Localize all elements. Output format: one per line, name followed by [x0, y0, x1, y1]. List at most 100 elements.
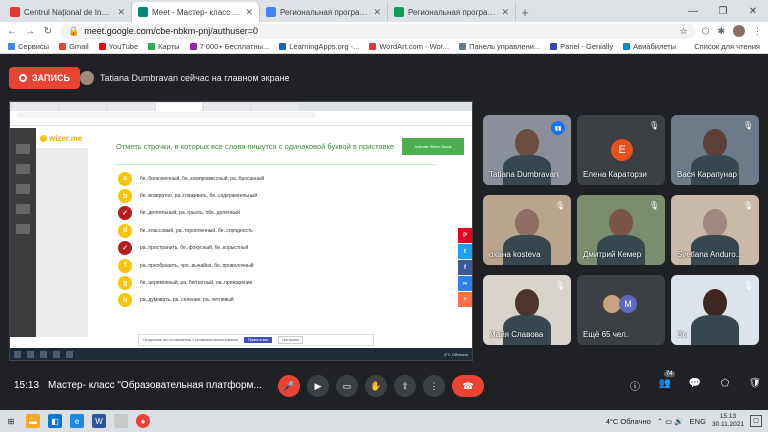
meeting-clock: 15:13	[14, 380, 40, 391]
weather-text: 4°C Облачно	[605, 416, 651, 426]
wizer-app: wizer.me Отметь строчки, в которых все с…	[10, 128, 472, 337]
close-icon[interactable]: ✕	[738, 0, 768, 22]
address-bar[interactable]: 🔒 meet.google.com/cbe-nbkm-pnj/authuser=…	[60, 23, 696, 39]
option-text: ра..пространить, бе..фокусный, бе..корыс…	[140, 245, 249, 252]
raise-hand-button[interactable]: ✋	[365, 375, 387, 397]
tab-favicon-icon	[10, 7, 20, 17]
back-icon[interactable]: ←	[6, 26, 18, 37]
browser-tab[interactable]: Региональная программа мен ✕	[260, 2, 388, 22]
captions-button[interactable]: ▭	[336, 375, 358, 397]
participant-head	[515, 129, 539, 157]
option-text: ра..думавать, ра..селение, ра..четливый	[140, 297, 234, 304]
activities-icon[interactable]: ⬠	[718, 378, 732, 393]
bookmark-item[interactable]: Panel - Genially	[550, 42, 613, 51]
record-icon	[19, 74, 27, 82]
profile-avatar[interactable]	[733, 25, 745, 37]
wizer-logo: wizer.me	[40, 134, 82, 143]
leave-call-button[interactable]: ☎	[452, 375, 484, 397]
tab-close-icon[interactable]: ✕	[117, 7, 125, 18]
camera-button[interactable]: ▶	[307, 375, 329, 397]
tab-close-icon[interactable]: ✕	[245, 7, 253, 18]
participant-tile[interactable]: Е 🎙 Елена Караторзи	[577, 115, 665, 185]
chat-icon[interactable]: 💬	[688, 378, 702, 393]
people-icon[interactable]: 👥	[658, 378, 672, 393]
wizer-sidebar	[10, 128, 36, 337]
bookmark-item[interactable]: 7 000+ Бесплатны...	[189, 42, 269, 51]
windows-start-icon[interactable]: ⊞	[4, 414, 18, 428]
shared-bookmarks	[10, 119, 472, 126]
participant-tile[interactable]: M Ещё 65 чел.	[577, 275, 665, 345]
bookmark-favicon-icon	[550, 43, 558, 50]
option-text: бе..церемонный, ра..бегнатный, на..прожа…	[140, 280, 253, 287]
option-text: бе..возвратно, ра..глаживать, бе..содерж…	[140, 193, 258, 200]
language-indicator[interactable]: ENG	[690, 417, 706, 426]
shared-tabstrip	[10, 102, 472, 111]
option-row: d бе..классовый, ра..торопленный, бе..спр…	[118, 222, 264, 239]
participant-tile[interactable]: 🎙 Дмитрий Кемер	[577, 195, 665, 265]
puzzle-icon[interactable]: ✱	[717, 26, 725, 37]
bookmark-item[interactable]: Gmail	[59, 42, 89, 51]
tab-close-icon[interactable]: ✕	[373, 7, 381, 18]
tab-favicon-icon	[266, 7, 276, 17]
participant-tile[interactable]: 🎙 Вася Карапунар	[671, 115, 759, 185]
store-icon[interactable]: ◧	[48, 414, 62, 428]
meet-controls-bar: 15:13 Мастер- класс "Образовательная пла…	[0, 366, 768, 410]
participant-tile[interactable]: 🎙 Вы	[671, 275, 759, 345]
bookmark-favicon-icon	[459, 43, 467, 50]
minimize-icon[interactable]: —	[678, 0, 708, 22]
bookmark-favicon-icon	[8, 43, 15, 50]
share-social-bar: P t f ∞ +	[458, 228, 472, 307]
participant-tile[interactable]: ▮▮ Tatiana Dumbravan	[483, 115, 571, 185]
bookmark-item[interactable]: Карты	[148, 42, 180, 51]
notifications-icon[interactable]: ▢	[750, 415, 762, 427]
bookmark-item[interactable]: LearningApps.org -...	[279, 42, 359, 51]
bookmark-item[interactable]: Панель управлени...	[459, 42, 540, 51]
menu-icon[interactable]: ⋮	[753, 26, 762, 37]
option-text: ра..преобразить, чре..вычайно, бе..прово…	[140, 262, 254, 269]
bookmark-item[interactable]: YouTube	[98, 42, 138, 51]
system-clock[interactable]: 15:13 30.11.2021	[712, 413, 744, 429]
bookmark-favicon-icon	[189, 43, 197, 50]
browser-tab[interactable]: Meet - Мастер- класс "Обр ✕	[132, 2, 260, 22]
bookmark-item[interactable]: WordArt.com - Wor...	[369, 42, 449, 51]
participant-head	[703, 129, 727, 157]
participant-tile[interactable]: 🎙 оxана kostеva	[483, 195, 571, 265]
mic-off-button[interactable]: 🎤	[278, 375, 300, 397]
tab-title: Centrul Național de Inovații Digi	[24, 7, 113, 17]
extension-icon[interactable]: ⬡	[702, 26, 710, 37]
browser-tab[interactable]: Centrul Național de Inovații Digi ✕	[4, 2, 132, 22]
worksheet: Отметь строчки, в которых все слова пишу…	[88, 134, 472, 337]
option-row: h ра..думавать, ра..селение, ра..четливый	[118, 292, 264, 309]
chrome-icon[interactable]: ●	[136, 414, 150, 428]
option-row: a бе..болезненный, бе..компромиссный, ра.…	[118, 170, 264, 187]
file-explorer-icon[interactable]: ▬	[26, 414, 40, 428]
forward-icon[interactable]: →	[24, 26, 36, 37]
twitter-icon: t	[458, 244, 472, 259]
link-icon: ∞	[458, 276, 472, 291]
reading-list[interactable]: Список для чтения	[694, 42, 760, 51]
info-icon[interactable]: ⓘ	[628, 378, 642, 393]
browser-tab[interactable]: Региональная программа мен ✕	[388, 2, 516, 22]
edge-icon[interactable]: e	[70, 414, 84, 428]
participant-tile[interactable]: 🎙 Майя Славова	[483, 275, 571, 345]
bookmark-item[interactable]: Авиабилеты	[623, 42, 676, 51]
browser-tabstrip: Centrul Național de Inovații Digi✕Meet -…	[0, 0, 768, 22]
system-tray: 4°C Облачно ⌃ ▭ 🔊 ENG 15:13 30.11.2021	[606, 410, 744, 432]
participant-tile[interactable]: 🎙 Svetlana Anduro...	[671, 195, 759, 265]
bookmark-item[interactable]: Сервисы	[8, 42, 49, 51]
record-button[interactable]: ЗАПИСЬ	[9, 67, 80, 89]
reload-icon[interactable]: ↻	[42, 26, 54, 37]
lock-icon: 🔒	[68, 25, 80, 36]
star-icon[interactable]: ☆	[680, 26, 688, 37]
more-options-button[interactable]: ⋮	[423, 375, 445, 397]
present-button[interactable]: ⇧	[394, 375, 416, 397]
meet-stage: ЗАПИСЬ Tatiana Dumbravan сейчас на главн…	[0, 55, 768, 400]
new-tab-button[interactable]: +	[516, 2, 534, 22]
meeting-title: Мастер- класс "Образовательная платформ.…	[48, 380, 262, 391]
mic-muted-icon: 🎙	[555, 201, 566, 210]
host-controls-icon[interactable]: 🛡	[748, 378, 762, 393]
word-icon[interactable]: W	[92, 414, 106, 428]
tab-close-icon[interactable]: ✕	[501, 7, 509, 18]
app-icon[interactable]	[114, 414, 128, 428]
maximize-icon[interactable]: ❐	[708, 0, 738, 22]
